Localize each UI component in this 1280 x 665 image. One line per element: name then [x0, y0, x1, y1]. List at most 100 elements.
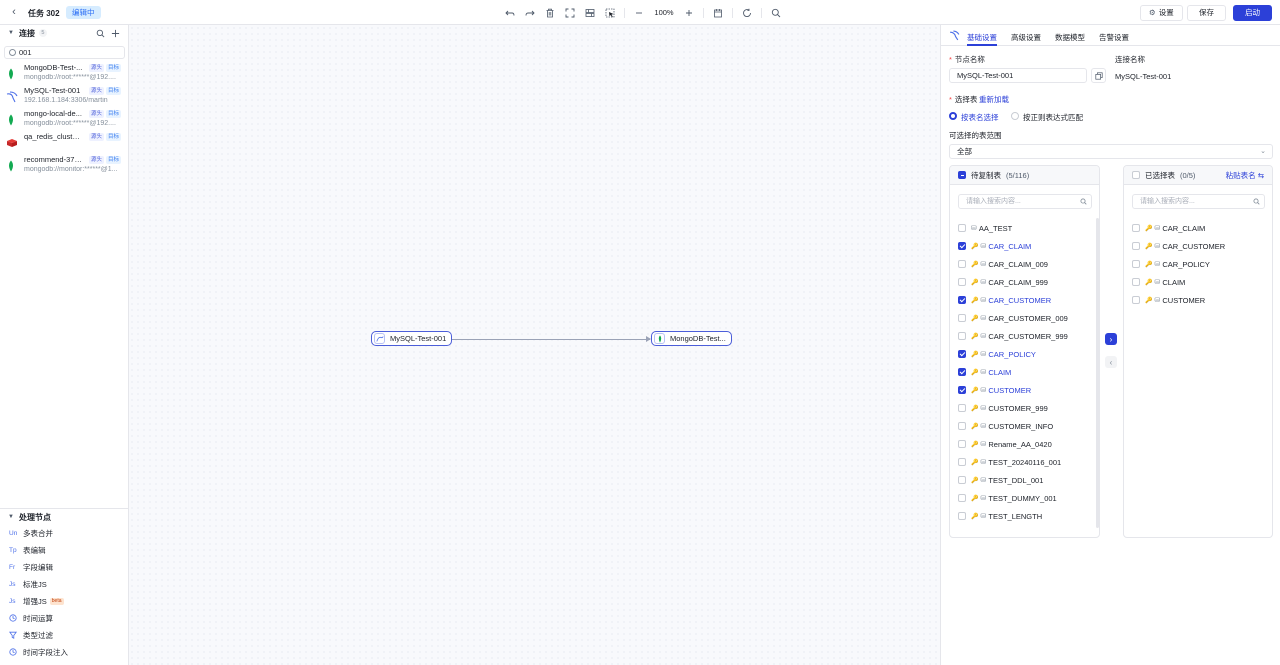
pending-table-row[interactable]: 🔑 ⛁ CAR_CLAIM_009	[958, 258, 1048, 270]
select-mode-icon[interactable]	[600, 5, 620, 20]
copy-icon[interactable]	[1091, 68, 1106, 83]
table-checkbox[interactable]	[958, 494, 966, 502]
table-checkbox[interactable]	[958, 332, 966, 340]
pending-table-row[interactable]: 🔑 ⛁ TEST_LENGTH	[958, 510, 1042, 522]
radio-by-name[interactable]	[949, 112, 957, 120]
selected-table-row[interactable]: 🔑 ⛁ CUSTOMER	[1132, 294, 1205, 306]
process-node-item[interactable]: 类型过滤	[0, 627, 129, 644]
table-checkbox[interactable]	[958, 368, 966, 376]
pending-table-row[interactable]: 🔑 ⛁ CAR_CLAIM	[958, 240, 1031, 252]
connection-item[interactable]: MongoDB-Test-... 源头 目标 mongodb://root:*****…	[0, 62, 129, 85]
pending-table-row[interactable]: 🔑 ⛁ TEST_DDL_001	[958, 474, 1043, 486]
table-checkbox[interactable]	[958, 440, 966, 448]
pending-table-row[interactable]: 🔑 ⛁ CAR_CLAIM_999	[958, 276, 1048, 288]
tab-alert-settings[interactable]: 告警设置	[1099, 32, 1129, 43]
selected-table-row[interactable]: 🔑 ⛁ CAR_CUSTOMER	[1132, 240, 1225, 252]
scrollbar[interactable]	[1096, 218, 1099, 528]
table-checkbox[interactable]	[1132, 278, 1140, 286]
tab-advanced-settings[interactable]: 高级设置	[1011, 32, 1041, 43]
pending-table-row[interactable]: 🔑 ⛁ CAR_CUSTOMER	[958, 294, 1051, 306]
process-node-item[interactable]: Js 增强JS beta	[0, 593, 129, 610]
move-right-button[interactable]: ›	[1105, 333, 1117, 345]
tab-basic-settings[interactable]: 基础设置	[967, 32, 997, 43]
table-checkbox[interactable]	[958, 350, 966, 358]
table-checkbox[interactable]	[1132, 224, 1140, 232]
table-checkbox[interactable]	[958, 404, 966, 412]
pending-table-row[interactable]: ⛁ AA_TEST	[958, 222, 1012, 234]
process-node-item[interactable]: Tp 表编辑	[0, 542, 129, 559]
search-icon[interactable]	[94, 28, 106, 38]
back-arrow-icon[interactable]: ‹	[8, 6, 20, 18]
reload-link[interactable]: 重新加载	[979, 94, 1009, 105]
fit-view-icon[interactable]	[560, 5, 580, 20]
pending-table-row[interactable]: 🔑 ⛁ CUSTOMER_INFO	[958, 420, 1053, 432]
table-checkbox[interactable]	[958, 260, 966, 268]
process-node-item[interactable]: Js 标准JS	[0, 576, 129, 593]
table-checkbox[interactable]	[958, 422, 966, 430]
add-icon[interactable]	[109, 28, 121, 38]
connection-search-input[interactable]: 001	[4, 46, 125, 59]
process-node-item[interactable]: 时间运算	[0, 610, 129, 627]
connections-header[interactable]: ▼ 连接 5	[0, 25, 129, 41]
table-checkbox[interactable]	[1132, 296, 1140, 304]
pending-table-row[interactable]: 🔑 ⛁ CUSTOMER	[958, 384, 1031, 396]
connection-item[interactable]: MySQL-Test-001 源头 目标 192.168.1.184:3306/mar…	[0, 85, 129, 108]
table-checkbox[interactable]	[1132, 260, 1140, 268]
redo-icon[interactable]	[520, 5, 540, 20]
pending-table-row[interactable]: 🔑 ⛁ Rename_AA_0420	[958, 438, 1052, 450]
source-node[interactable]: MySQL-Test-001	[371, 331, 452, 346]
table-checkbox[interactable]	[958, 224, 966, 232]
node-name-input[interactable]: MySQL-Test-001	[949, 68, 1087, 83]
radio-by-name-label[interactable]: 按表名选择	[961, 112, 999, 123]
paste-table-names-link[interactable]: 粘贴表名 ⇆	[1226, 170, 1264, 181]
table-range-select[interactable]: 全部 ⌄	[949, 144, 1273, 159]
table-checkbox[interactable]	[958, 386, 966, 394]
radio-by-regex-label[interactable]: 按正则表达式匹配	[1023, 112, 1083, 123]
table-checkbox[interactable]	[958, 296, 966, 304]
edge-connector[interactable]	[452, 339, 650, 340]
target-node[interactable]: MongoDB-Test...	[651, 331, 732, 346]
tab-data-model[interactable]: 数据模型	[1055, 32, 1085, 43]
table-checkbox[interactable]	[958, 278, 966, 286]
delete-icon[interactable]	[540, 5, 560, 20]
save-button[interactable]: 保存	[1187, 5, 1226, 21]
select-all-checkbox[interactable]	[958, 171, 966, 179]
pending-table-row[interactable]: 🔑 ⛁ CLAIM	[958, 366, 1011, 378]
pending-table-row[interactable]: 🔑 ⛁ CAR_POLICY	[958, 348, 1036, 360]
selected-search-input[interactable]: 请输入搜索内容...	[1132, 194, 1265, 209]
pending-table-row[interactable]: 🔑 ⛁ TEST_DUMMY_001	[958, 492, 1057, 504]
layout-icon[interactable]	[580, 5, 600, 20]
process-node-item[interactable]: Fr 字段编辑	[0, 559, 129, 576]
process-node-item[interactable]: 时间字段注入	[0, 644, 129, 661]
table-checkbox[interactable]	[958, 458, 966, 466]
undo-icon[interactable]	[500, 5, 520, 20]
table-checkbox[interactable]	[1132, 242, 1140, 250]
process-node-item[interactable]: Un 多表合并	[0, 525, 129, 542]
settings-button[interactable]: ⚙ 设置	[1140, 5, 1183, 21]
radio-by-regex[interactable]	[1011, 112, 1019, 120]
selected-table-row[interactable]: 🔑 ⛁ CLAIM	[1132, 276, 1185, 288]
pending-table-row[interactable]: 🔑 ⛁ TEST_20240116_001	[958, 456, 1061, 468]
connection-item[interactable]: qa_redis_cluster... 源头 目标	[0, 131, 129, 154]
select-all-checkbox[interactable]	[1132, 171, 1140, 179]
pending-table-row[interactable]: 🔑 ⛁ CAR_CUSTOMER_999	[958, 330, 1068, 342]
zoom-out-icon[interactable]	[629, 5, 649, 20]
pending-table-row[interactable]: 🔑 ⛁ CUSTOMER_999	[958, 402, 1048, 414]
table-checkbox[interactable]	[958, 314, 966, 322]
move-left-button[interactable]: ‹	[1105, 356, 1117, 368]
selected-table-row[interactable]: 🔑 ⛁ CAR_POLICY	[1132, 258, 1210, 270]
connection-item[interactable]: mongo-local-de... 源头 目标 mongodb://root:****…	[0, 108, 129, 131]
start-button[interactable]: 启动	[1233, 5, 1272, 21]
table-checkbox[interactable]	[958, 512, 966, 520]
process-nodes-header[interactable]: ▼ 处理节点	[0, 509, 129, 525]
table-checkbox[interactable]	[958, 242, 966, 250]
pending-search-input[interactable]: 请输入搜索内容...	[958, 194, 1092, 209]
search-icon[interactable]	[766, 5, 786, 20]
calendar-icon[interactable]	[708, 5, 728, 20]
connection-item[interactable]: recommend-370... 源头 目标 mongodb://monitor:**…	[0, 154, 129, 177]
pending-table-row[interactable]: 🔑 ⛁ CAR_CUSTOMER_009	[958, 312, 1068, 324]
dag-canvas[interactable]: MySQL-Test-001 MongoDB-Test...	[129, 25, 940, 665]
refresh-icon[interactable]	[737, 5, 757, 20]
table-checkbox[interactable]	[958, 476, 966, 484]
selected-table-row[interactable]: 🔑 ⛁ CAR_CLAIM	[1132, 222, 1205, 234]
